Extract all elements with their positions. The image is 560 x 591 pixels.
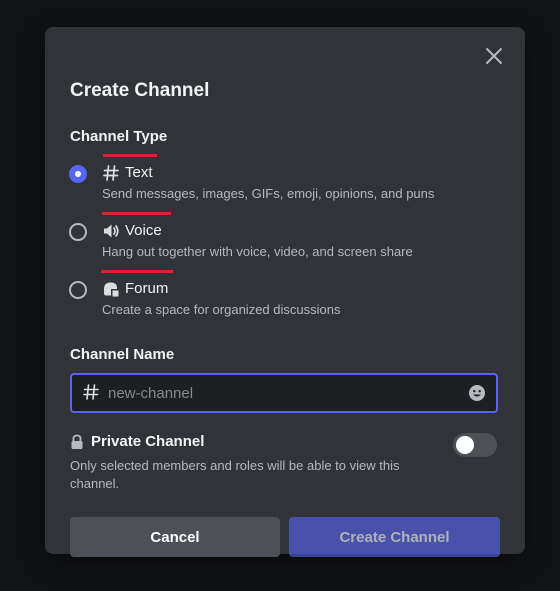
- close-icon: [486, 48, 502, 64]
- annotation-underline-text: [103, 154, 157, 157]
- type-desc-voice: Hang out together with voice, video, and…: [102, 244, 413, 259]
- annotation-underline-forum: [101, 270, 173, 273]
- annotation-underline-voice: [102, 212, 171, 215]
- toggle-knob: [456, 436, 474, 454]
- cancel-button[interactable]: Cancel: [70, 517, 280, 557]
- type-desc-forum: Create a space for organized discussions: [102, 302, 341, 317]
- type-name-text: Text: [125, 164, 153, 181]
- private-channel-toggle[interactable]: [453, 433, 497, 457]
- channel-type-option-voice[interactable]: Voice Hang out together with voice, vide…: [67, 215, 497, 259]
- type-name-forum: Forum: [125, 280, 169, 297]
- create-channel-button[interactable]: Create Channel: [289, 517, 500, 557]
- radio-voice[interactable]: [69, 223, 87, 241]
- speaker-icon: [102, 222, 120, 240]
- forum-icon: [102, 280, 120, 298]
- private-channel-label: Private Channel: [91, 433, 205, 450]
- modal-title: Create Channel: [70, 80, 210, 101]
- type-head-forum: Forum: [102, 278, 168, 300]
- channel-name-field: [70, 373, 498, 413]
- emoji-icon: [469, 385, 485, 401]
- create-channel-modal: Create Channel Channel Type Text Send me…: [45, 27, 525, 557]
- emoji-picker-button[interactable]: [468, 384, 486, 402]
- channel-type-option-forum[interactable]: Forum Create a space for organized discu…: [67, 273, 497, 317]
- private-channel-row: Private Channel: [70, 432, 204, 452]
- channel-name-label: Channel Name: [70, 346, 175, 363]
- hash-icon: [82, 383, 100, 401]
- channel-name-input[interactable]: [108, 375, 458, 411]
- channel-type-option-text[interactable]: Text Send messages, images, GIFs, emoji,…: [67, 157, 497, 201]
- lock-icon: [70, 434, 84, 450]
- channel-type-label: Channel Type: [70, 128, 168, 145]
- type-head-text: Text: [102, 162, 153, 184]
- radio-forum[interactable]: [69, 281, 87, 299]
- type-desc-text: Send messages, images, GIFs, emoji, opin…: [102, 186, 435, 201]
- type-head-voice: Voice: [102, 220, 162, 242]
- close-button[interactable]: [483, 45, 505, 67]
- radio-text[interactable]: [69, 165, 87, 183]
- private-channel-description: Only selected members and roles will be …: [70, 458, 400, 491]
- hash-icon: [102, 164, 120, 182]
- type-name-voice: Voice: [125, 222, 162, 239]
